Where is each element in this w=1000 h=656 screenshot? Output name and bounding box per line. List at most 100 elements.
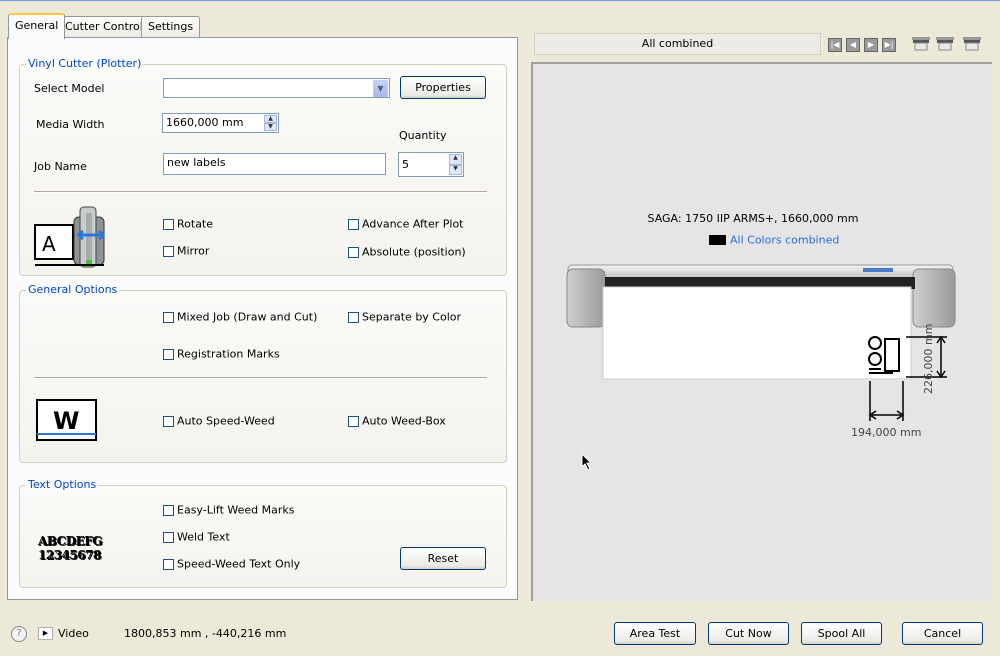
mirror-label: Mirror — [177, 244, 210, 258]
checkbox-box[interactable] — [163, 348, 174, 360]
absolute-position-checkbox[interactable]: Absolute (position) — [348, 245, 466, 259]
mouse-cursor-icon — [581, 453, 593, 471]
advance-after-plot-label: Advance After Plot — [362, 217, 464, 231]
first-page-icon[interactable]: |◀ — [828, 38, 842, 52]
help-icon[interactable]: ? — [11, 626, 27, 642]
height-dimension: 226,000 mm — [922, 323, 935, 394]
cutter-view-icon-2[interactable] — [936, 36, 954, 53]
media-width-value: 1660,000 mm — [166, 116, 244, 129]
general-options-title: General Options — [26, 283, 120, 296]
rotate-label: Rotate — [177, 217, 214, 231]
properties-button[interactable]: Properties — [400, 76, 486, 99]
auto-speed-weed-checkbox[interactable]: Auto Speed-Weed — [163, 414, 275, 428]
weld-text-label: Weld Text — [177, 530, 230, 544]
window-top-border — [0, 0, 1000, 1]
cut-preview-area[interactable]: SAGA: 1750 IIP ARMS+, 1660,000 mm All Co… — [531, 62, 992, 601]
text-options-title: Text Options — [26, 478, 99, 491]
weed-icon: W — [36, 399, 98, 443]
auto-speed-weed-label: Auto Speed-Weed — [177, 414, 275, 428]
icon-letter-a: A — [42, 232, 56, 256]
separate-by-color-label: Separate by Color — [362, 310, 462, 324]
quantity-label: Quantity — [399, 129, 447, 142]
general-tab-panel: Vinyl Cutter (Plotter) Select Model ▼ Pr… — [7, 37, 518, 600]
checkbox-box[interactable] — [348, 218, 359, 230]
weld-text-checkbox[interactable]: Weld Text — [163, 530, 230, 544]
checkbox-box[interactable] — [348, 246, 359, 258]
media-width-label: Media Width — [36, 118, 105, 131]
absolute-position-label: Absolute (position) — [362, 245, 466, 259]
quantity-spin[interactable]: ▲ ▼ — [449, 154, 462, 175]
general-options-group: General Options Mixed Job (Draw and Cut)… — [19, 283, 507, 463]
media-width-stepper[interactable]: 1660,000 mm ▲ ▼ — [162, 113, 279, 133]
last-page-icon[interactable]: ▶| — [882, 38, 896, 52]
chevron-down-icon[interactable]: ▼ — [373, 80, 388, 97]
label-artwork — [865, 335, 903, 377]
width-dimension: 194,000 mm — [851, 426, 922, 439]
spin-up-icon[interactable]: ▲ — [264, 115, 277, 123]
job-name-input[interactable]: new labels — [163, 153, 386, 175]
speed-weed-text-only-checkbox[interactable]: Speed-Weed Text Only — [163, 557, 300, 571]
spin-up-icon[interactable]: ▲ — [449, 154, 462, 165]
next-page-icon[interactable]: ▶ — [864, 38, 878, 52]
auto-weed-box-label: Auto Weed-Box — [362, 414, 446, 428]
video-play-icon[interactable]: ▶ — [38, 627, 53, 640]
mixed-job-label: Mixed Job (Draw and Cut) — [177, 310, 318, 324]
speed-weed-text-only-label: Speed-Weed Text Only — [177, 557, 301, 571]
cursor-coordinates: 1800,853 mm , -440,216 mm — [124, 627, 287, 640]
reset-button[interactable]: Reset — [400, 547, 486, 570]
spin-down-icon[interactable]: ▼ — [264, 123, 277, 131]
select-model-dropdown[interactable]: ▼ — [163, 78, 390, 98]
sample-line1: ABCDEFG — [38, 534, 103, 548]
color-caption-row: All Colors combined — [709, 233, 839, 247]
auto-weed-box-checkbox[interactable]: Auto Weed-Box — [348, 414, 446, 428]
divider — [34, 377, 487, 379]
registration-marks-label: Registration Marks — [177, 347, 280, 361]
text-options-group: Text Options Easy-Lift Weed Marks Weld T… — [19, 478, 507, 588]
media-width-spin[interactable]: ▲ ▼ — [264, 115, 277, 131]
area-test-button[interactable]: Area Test — [614, 622, 696, 645]
rotate-checkbox[interactable]: Rotate — [163, 217, 213, 231]
mirror-checkbox[interactable]: Mirror — [163, 244, 209, 258]
select-model-label: Select Model — [34, 82, 105, 95]
spin-down-icon[interactable]: ▼ — [449, 165, 462, 175]
job-name-label: Job Name — [34, 160, 87, 173]
vinyl-cutter-title: Vinyl Cutter (Plotter) — [26, 57, 144, 70]
quantity-stepper[interactable]: 5 ▲ ▼ — [398, 152, 464, 177]
spool-all-button[interactable]: Spool All — [801, 622, 882, 645]
device-caption: SAGA: 1750 IIP ARMS+, 1660,000 mm — [647, 212, 859, 225]
easy-lift-checkbox[interactable]: Easy-Lift Weed Marks — [163, 503, 294, 517]
icon-letter-w: W — [53, 407, 79, 435]
divider — [34, 191, 487, 193]
vinyl-cutter-group: Vinyl Cutter (Plotter) Select Model ▼ Pr… — [19, 57, 507, 276]
checkbox-box[interactable] — [163, 504, 174, 516]
tab-cutter-control[interactable]: Cutter Control — [58, 16, 150, 37]
checkbox-box[interactable] — [163, 531, 174, 543]
job-name-value: new labels — [167, 156, 226, 169]
checkbox-box[interactable] — [348, 415, 359, 427]
sample-line2: 12345678 — [38, 548, 101, 562]
video-link[interactable]: Video — [58, 627, 89, 640]
registration-marks-checkbox[interactable]: Registration Marks — [163, 347, 280, 361]
color-caption: All Colors combined — [730, 233, 840, 247]
prev-page-icon[interactable]: ◀ — [846, 38, 860, 52]
quantity-value: 5 — [402, 158, 409, 171]
cancel-button[interactable]: Cancel — [902, 622, 983, 645]
tab-settings[interactable]: Settings — [141, 16, 201, 37]
checkbox-box[interactable] — [163, 558, 174, 570]
separate-by-color-checkbox[interactable]: Separate by Color — [348, 310, 461, 324]
checkbox-box[interactable] — [163, 218, 174, 230]
cutter-view-icon[interactable] — [912, 36, 930, 53]
view-title: All combined — [534, 33, 821, 55]
checkbox-box[interactable] — [348, 311, 359, 323]
text-sample-icon: ABCDEFG 12345678 — [38, 534, 103, 562]
tab-general[interactable]: General — [8, 13, 66, 39]
checkbox-box[interactable] — [163, 415, 174, 427]
color-swatch — [709, 235, 726, 245]
checkbox-box[interactable] — [163, 245, 174, 257]
checkbox-box[interactable] — [163, 311, 174, 323]
mixed-job-checkbox[interactable]: Mixed Job (Draw and Cut) — [163, 310, 317, 324]
cutter-view-icon-3[interactable] — [963, 36, 981, 53]
advance-after-plot-checkbox[interactable]: Advance After Plot — [348, 217, 464, 231]
cut-now-button[interactable]: Cut Now — [708, 622, 789, 645]
rotate-mirror-icon: A — [34, 205, 116, 271]
